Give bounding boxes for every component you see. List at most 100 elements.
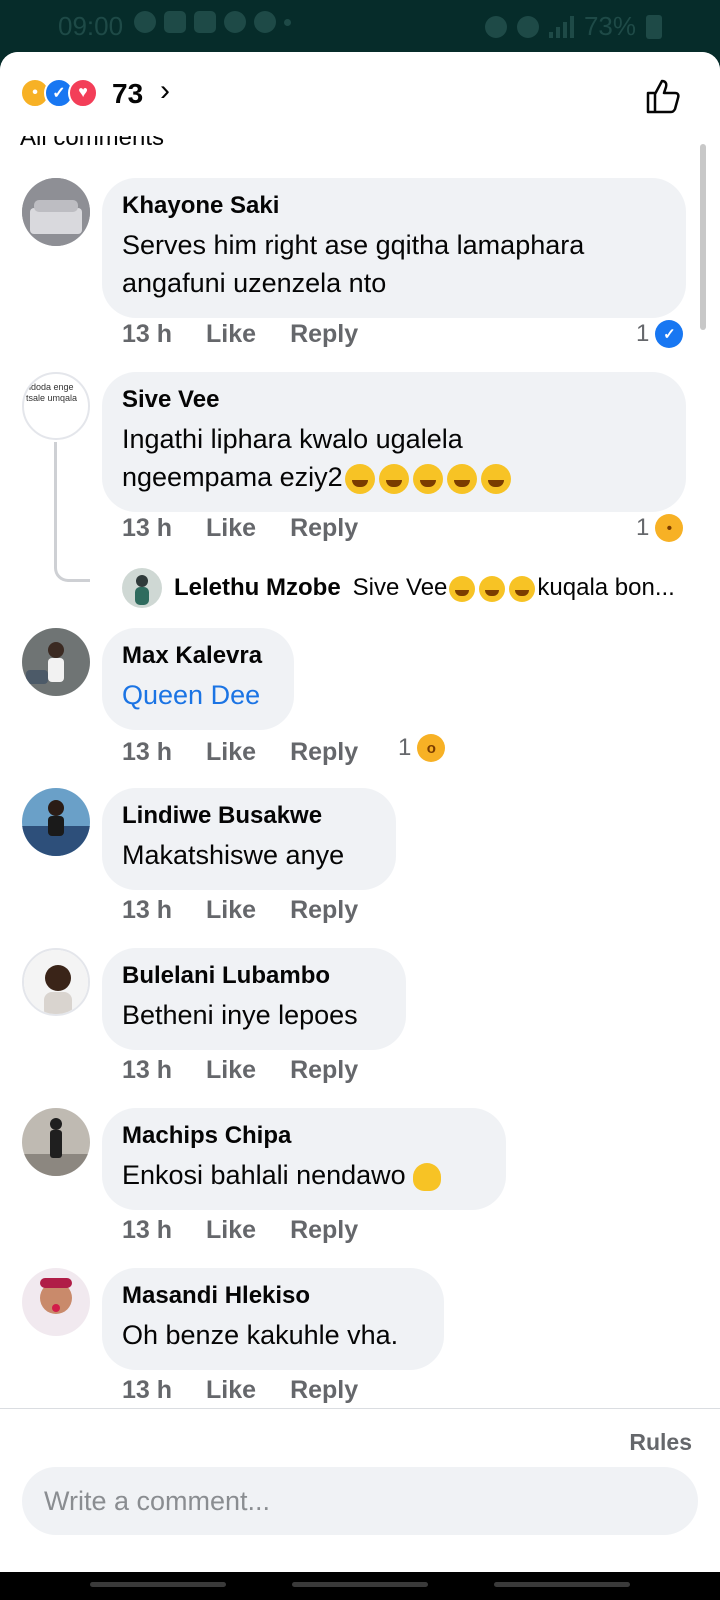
chevron-right-icon[interactable]: › [160,74,170,108]
like-button[interactable]: Like [206,738,256,767]
reply-text: Sive Vee kuqala bon... [353,574,675,602]
comment-actions: 13 h Like Reply [122,1056,358,1085]
status-time: 09:00 [58,11,124,41]
comment-reactions[interactable]: 1 • [636,514,684,542]
comment-time[interactable]: 13 h [122,320,172,349]
scrollbar[interactable] [700,144,706,330]
comments-sheet: • ✓ ♥ 73 › All comments Khayone Saki Ser… [0,52,720,1600]
avatar[interactable] [22,788,90,856]
reaction-count: 1 [636,320,650,347]
comment-bubble[interactable]: Khayone Saki Serves him right ase gqitha… [102,178,686,318]
comment-actions: 13 h Like Reply [122,1216,358,1245]
comment-text-line: angafuni uzenzela nto [122,268,387,298]
reactions-header[interactable]: • ✓ ♥ 73 › [0,52,720,136]
comment-actions: 13 h Like Reply [122,514,358,543]
reply-button[interactable]: Reply [290,1216,358,1245]
comment-actions: 13 h Like Reply [122,1376,358,1405]
rules-link[interactable]: Rules [629,1429,692,1456]
comment-author[interactable]: Machips Chipa [122,1122,484,1150]
comment-author[interactable]: Khayone Saki [122,192,664,220]
battery-percent: 73% [583,11,636,41]
comment-bubble[interactable]: Lindiwe Busakwe Makatshiswe anye [102,788,396,890]
notification-icons [134,11,291,33]
signal-icon [548,15,574,38]
ok-hand-emoji-icon [413,1162,442,1191]
haha-icon: • [655,514,684,542]
weather-icon [254,11,276,33]
avatar[interactable] [22,628,90,696]
avatar[interactable] [22,948,90,1016]
comment-text-line: Serves him right ase gqitha lamaphara [122,230,585,260]
comment-author[interactable]: Sive Vee [122,386,664,414]
comment-author[interactable]: Max Kalevra [122,642,272,670]
comment-text: Enkosi bahlali nendawo [122,1156,484,1194]
avatar-text: ndoda enge tsale umqala [26,382,78,403]
comment-author[interactable]: Bulelani Lubambo [122,962,384,990]
system-nav-bar [0,1572,720,1600]
comment-bubble[interactable]: Bulelani Lubambo Betheni inye lepoes [102,948,406,1050]
comment-text: Ingathi liphara kwalo ugalela ngeempama e… [122,420,664,496]
laughing-emoji-icon [509,575,536,602]
comment-text: Serves him right ase gqitha lamaphara ang… [122,226,664,302]
like-button[interactable]: Like [206,1376,256,1405]
system-icons: 73% [484,11,662,42]
reply-preview[interactable]: Lelethu Mzobe Sive Vee kuqala bon... [122,568,675,608]
comment-actions: 13 h Like Reply [122,896,358,925]
wow-icon: o [417,734,446,762]
reply-button[interactable]: Reply [290,320,358,349]
comment-composer[interactable] [22,1467,698,1535]
reaction-count: 73 [112,78,144,109]
comment-input[interactable] [22,1467,698,1535]
laughing-emoji-icon [446,463,477,494]
comment-text: Makatshiswe anye [122,840,345,870]
reply-author[interactable]: Lelethu Mzobe [174,574,341,602]
reply-text-start: Sive Vee [352,574,448,601]
reply-button[interactable]: Reply [290,514,358,543]
avatar[interactable]: ndoda enge tsale umqala [22,372,90,440]
comment-author[interactable]: Lindiwe Busakwe [122,802,374,830]
like-button[interactable]: Like [206,1216,256,1245]
comment-time[interactable]: 13 h [122,896,172,925]
comment-time[interactable]: 13 h [122,1056,172,1085]
comment-time[interactable]: 13 h [122,738,172,767]
thumbs-up-icon[interactable] [644,76,684,116]
mention-link[interactable]: Queen Dee [122,676,272,714]
youtube-icon [194,11,216,33]
comment-time[interactable]: 13 h [122,1216,172,1245]
nav-home-handle[interactable] [292,1582,428,1587]
comment-bubble[interactable]: Sive Vee Ingathi liphara kwalo ugalela ng… [102,372,686,512]
youtube-icon [164,11,186,33]
like-button[interactable]: Like [206,896,256,925]
like-button[interactable]: Like [206,1056,256,1085]
comment-bubble[interactable]: Max Kalevra Queen Dee [102,628,294,730]
comment-time[interactable]: 13 h [122,1376,172,1405]
comment-bubble[interactable]: Masandi Hlekiso Oh benze kakuhle vha. [102,1268,444,1370]
avatar[interactable] [22,1108,90,1176]
laughing-emoji-icon [480,463,511,494]
comment-actions: 13 h Like Reply [122,738,358,767]
comment-reactions[interactable]: 1 o [398,734,446,762]
avatar[interactable] [22,178,90,246]
comment-time[interactable]: 13 h [122,514,172,543]
nav-recent-handle[interactable] [90,1582,226,1587]
nav-back-handle[interactable] [494,1582,630,1587]
battery-icon [646,14,662,39]
app-icon [224,11,246,33]
avatar[interactable] [122,568,162,608]
comment-reactions[interactable]: 1 ✓ [636,320,684,348]
mute-icon [484,15,507,38]
thread-line [54,442,57,562]
like-button[interactable]: Like [206,514,256,543]
reply-text-end: kuqala bon... [537,574,675,601]
comment-actions: 13 h Like Reply [122,320,358,349]
reply-button[interactable]: Reply [290,1056,358,1085]
comment-author[interactable]: Masandi Hlekiso [122,1282,422,1310]
avatar[interactable] [22,1268,90,1336]
comment-bubble[interactable]: Machips Chipa Enkosi bahlali nendawo [102,1108,506,1210]
laughing-emoji-icon [378,463,409,494]
reply-button[interactable]: Reply [290,1376,358,1405]
reply-button[interactable]: Reply [290,738,358,767]
reaction-icons: • ✓ ♥ [20,78,98,108]
reply-button[interactable]: Reply [290,896,358,925]
like-button[interactable]: Like [206,320,256,349]
